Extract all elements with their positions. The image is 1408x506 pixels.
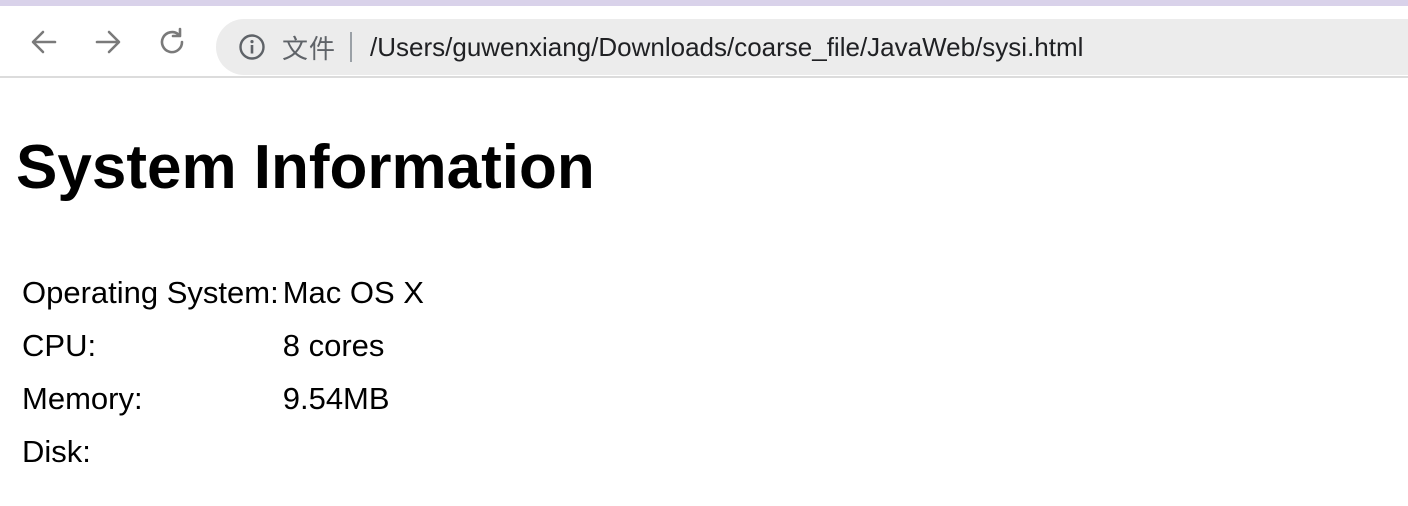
row-label: Operating System: (22, 274, 279, 310)
row-value (283, 425, 424, 478)
table-row: Operating System: Mac OS X (22, 266, 424, 319)
page-title: System Information (16, 133, 595, 202)
table-row: Disk: (22, 425, 424, 478)
reload-button[interactable] (154, 24, 190, 60)
scheme-label: 文件 (282, 34, 337, 65)
row-value: Mac OS X (282, 274, 424, 310)
row-label: CPU: (22, 327, 97, 363)
info-icon[interactable] (236, 31, 268, 63)
row-value: 8 cores (282, 327, 385, 363)
arrow-right-icon (95, 30, 121, 54)
system-info-table: Operating System: Mac OS X CPU: 8 cores … (18, 266, 428, 478)
table-row: CPU: 8 cores (22, 319, 424, 372)
table-row: Memory: 9.54MB (22, 372, 424, 425)
row-value: 9.54MB (282, 380, 390, 416)
address-bar[interactable]: 文件 /Users/guwenxiang/Downloads/coarse_fi… (216, 19, 1408, 75)
address-divider (350, 32, 353, 62)
browser-toolbar: 文件 /Users/guwenxiang/Downloads/coarse_fi… (0, 6, 1408, 78)
arrow-left-icon (31, 30, 57, 54)
forward-button[interactable] (90, 24, 126, 60)
row-label: Memory: (22, 380, 143, 416)
reload-icon (160, 27, 184, 54)
url-text[interactable]: /Users/guwenxiang/Downloads/coarse_file/… (370, 32, 1083, 63)
back-button[interactable] (26, 24, 62, 60)
row-label: Disk: (22, 433, 91, 469)
page-content: System Information Operating System: Mac… (0, 132, 1408, 478)
